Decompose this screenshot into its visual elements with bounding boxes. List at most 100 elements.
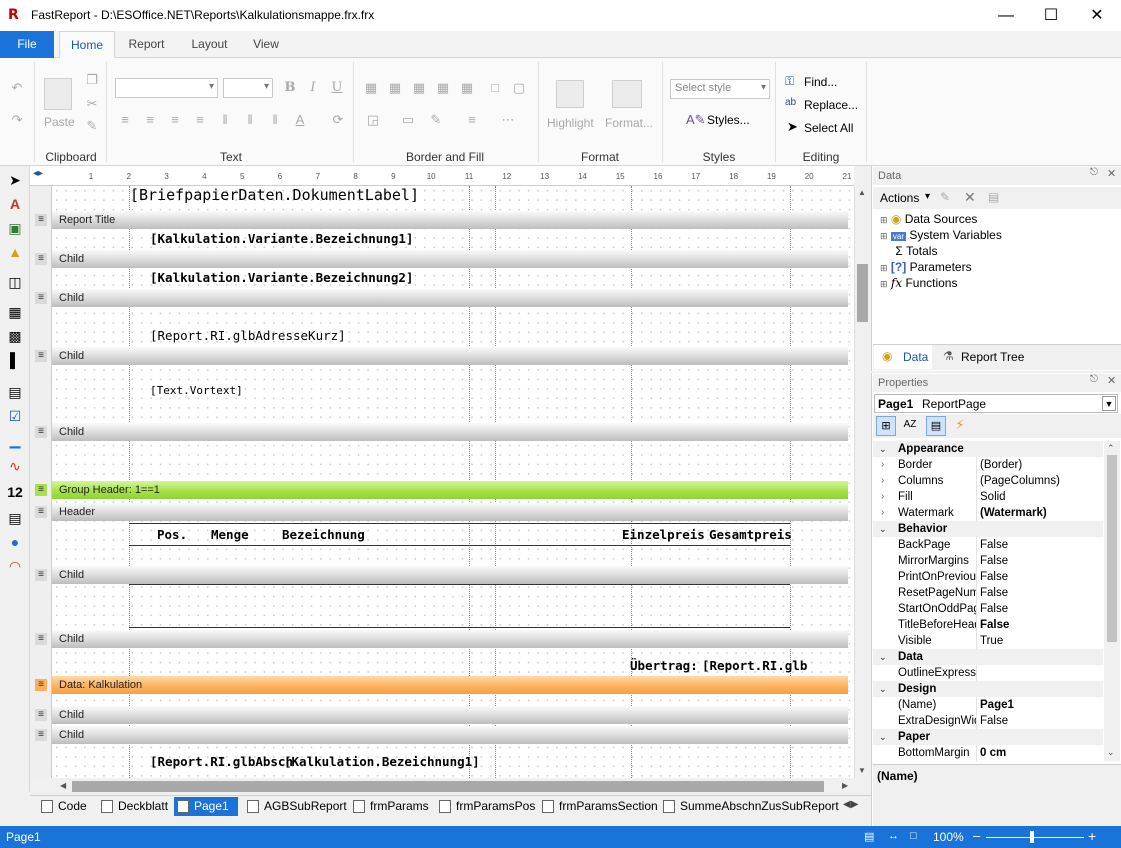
tree-item-data-sources[interactable]: ⊞ ◉ Data Sources — [880, 211, 977, 227]
field-adresse[interactable]: [Report.RI.glbAdresseKurz] — [150, 328, 346, 343]
properties-icon[interactable]: ▤ — [926, 416, 946, 436]
delete-icon[interactable]: ✕ — [964, 189, 976, 206]
column-header-pos[interactable]: Pos. — [157, 527, 187, 542]
chevron-right-icon[interactable]: › — [881, 473, 884, 489]
line-width-icon[interactable]: ≡ — [464, 113, 480, 127]
select-all-button[interactable]: Select All — [804, 121, 853, 135]
undo-icon[interactable]: ↶ — [9, 81, 25, 95]
picture-object-icon[interactable]: ▣ — [5, 218, 25, 238]
zoom-in-icon[interactable]: + — [1088, 828, 1096, 844]
table-object-icon[interactable]: ▦ — [5, 302, 25, 322]
tree-item-functions[interactable]: ⊞ fx Functions — [880, 275, 957, 291]
actions-menu[interactable]: Actions — [880, 191, 919, 205]
band-handle-icon[interactable]: ≡ — [35, 350, 47, 362]
frame-right-icon[interactable]: ▦ — [459, 81, 475, 95]
properties-scroll-thumb[interactable] — [1107, 455, 1117, 642]
field-variante1[interactable]: [Kalkulation.Variante.Bezeichnung1] — [150, 231, 413, 246]
property-category[interactable]: ⌄ Appearance — [873, 441, 1103, 457]
alphabetical-icon[interactable]: AZ — [900, 416, 920, 436]
property-value[interactable]: False — [978, 713, 1103, 729]
checkbox-object-icon[interactable]: ☑ — [5, 406, 25, 426]
scroll-down-icon[interactable]: ▼ — [858, 766, 866, 775]
format-painter-icon[interactable]: ✎ — [84, 119, 100, 133]
scroll-right-icon[interactable]: ▶ — [842, 781, 848, 790]
format-button[interactable]: Format... — [605, 116, 653, 130]
property-value[interactable]: False — [978, 585, 1103, 601]
property-value[interactable]: (Border) — [978, 457, 1103, 473]
find-button[interactable]: Find... — [804, 75, 837, 89]
band-child[interactable]: Child — [52, 630, 848, 648]
tab-report-tree[interactable]: ⚗ Report Tree — [940, 345, 1030, 369]
tree-item-system-variables[interactable]: ⊞ var System Variables — [880, 227, 1002, 243]
valign-top-icon[interactable]: ‖ — [217, 113, 233, 127]
band-handle-icon[interactable]: ≡ — [35, 506, 47, 518]
band-report-title[interactable]: Report Title — [52, 211, 848, 229]
property-value[interactable] — [978, 665, 1103, 681]
design-canvas[interactable]: [BriefpapierDaten.DokumentLabel] ≡ Repor… — [30, 186, 854, 778]
page-tabs-scroll-icon[interactable]: ◀▶ — [843, 799, 858, 810]
close-panel-icon[interactable]: ✕ — [1107, 374, 1116, 387]
band-group-header[interactable]: Group Header: 1==1 — [52, 481, 848, 499]
tree-item-totals[interactable]: Σ Totals — [880, 243, 937, 259]
field-variante2[interactable]: [Kalkulation.Variante.Bezeichnung2] — [150, 270, 413, 285]
close-button[interactable]: ✕ — [1074, 0, 1120, 31]
frame-bottom-icon[interactable]: ▦ — [411, 81, 427, 95]
property-value[interactable]: 0 cm — [978, 745, 1103, 761]
zoom-slider[interactable] — [986, 837, 1084, 838]
page-view-icon[interactable]: ▤ — [864, 830, 874, 843]
chevron-down-icon[interactable]: ▼ — [1102, 396, 1116, 411]
cut-icon[interactable]: ✂ — [84, 97, 100, 111]
categorized-icon[interactable]: ⊞ — [876, 416, 896, 436]
chevron-right-icon[interactable]: › — [881, 489, 884, 505]
underline-icon[interactable]: U — [329, 81, 345, 95]
page-tab-frmparamssection[interactable]: frmParamsSection — [539, 797, 658, 816]
property-value[interactable]: (Watermark) — [978, 505, 1103, 521]
align-center-icon[interactable]: ≡ — [142, 113, 158, 127]
property-value[interactable]: False — [978, 553, 1103, 569]
property-row[interactable]: BackPage False — [873, 537, 1103, 553]
page-tab-code[interactable]: Code — [38, 797, 94, 816]
property-value[interactable]: False — [978, 617, 1103, 633]
property-value[interactable]: True — [978, 633, 1103, 649]
field-uebertrag-value[interactable]: [Report.RI.glb — [702, 658, 807, 673]
field-kalk-bezeichnung1[interactable]: [Kalkulation.Bezeichnung1] — [284, 754, 480, 769]
property-category[interactable]: ⌄ Data — [873, 649, 1103, 665]
barcode-object-icon[interactable]: ▌ — [5, 350, 25, 370]
font-name-combo[interactable] — [115, 78, 218, 98]
band-data[interactable]: Data: Kalkulation — [52, 676, 848, 694]
chevron-right-icon[interactable]: › — [881, 505, 884, 521]
page-tab-frmparamspos[interactable]: frmParamsPos — [436, 797, 535, 816]
tab-layout[interactable]: Layout — [182, 31, 237, 58]
property-row[interactable]: › Border (Border) — [873, 457, 1103, 473]
text-rotation-icon[interactable]: ⟳ — [330, 113, 346, 127]
horizontal-scroll-thumb[interactable] — [72, 781, 824, 792]
zipcode-object-icon[interactable]: 12 — [5, 482, 25, 502]
redo-icon[interactable]: ↷ — [9, 113, 25, 127]
band-child[interactable]: Child — [52, 347, 848, 365]
property-row[interactable]: PrintOnPreviousPageFalse — [873, 569, 1103, 585]
tab-view[interactable]: View — [242, 31, 290, 58]
highlight-button[interactable]: Highlight — [547, 116, 594, 130]
page-tab-deckblatt[interactable]: Deckblatt — [98, 797, 170, 816]
chevron-right-icon[interactable]: › — [881, 457, 884, 473]
scroll-left-icon[interactable]: ◀ — [60, 781, 66, 790]
valign-middle-icon[interactable]: ‖ — [242, 113, 258, 127]
line-style-icon[interactable]: ⋯ — [500, 113, 516, 127]
frame-all-icon[interactable]: ▦ — [363, 81, 379, 95]
scroll-up-icon[interactable]: ▲ — [858, 188, 866, 197]
property-category[interactable]: ⌄ Design — [873, 681, 1103, 697]
band-child[interactable]: Child — [52, 423, 848, 441]
scroll-up-icon[interactable]: ⌃ — [1107, 443, 1115, 454]
property-row[interactable]: StartOnOddPageFalse — [873, 601, 1103, 617]
events-icon[interactable]: ⚡ — [950, 416, 970, 436]
fill-props-icon[interactable]: ▭ — [400, 113, 416, 127]
band-handle-icon[interactable]: ≡ — [35, 253, 47, 265]
shadow-icon[interactable]: ▢ — [511, 81, 527, 95]
chevron-down-icon[interactable]: ⌄ — [879, 521, 887, 537]
pin-icon[interactable]: ⎋ — [1090, 167, 1098, 178]
tab-report[interactable]: Report — [119, 31, 174, 58]
subreport-icon[interactable]: ◫ — [5, 272, 25, 292]
italic-icon[interactable]: I — [305, 81, 321, 95]
property-value[interactable]: False — [978, 569, 1103, 585]
tab-file[interactable]: File — [0, 31, 54, 58]
